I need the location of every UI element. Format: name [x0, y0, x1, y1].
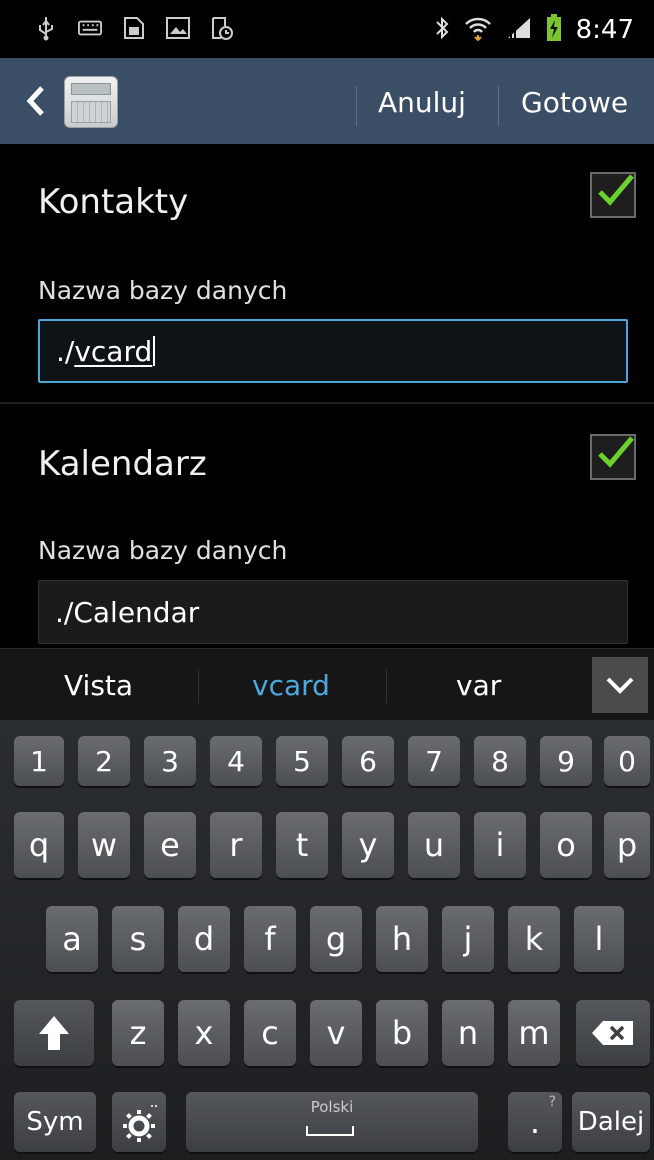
suggestion-left[interactable]: Vista — [64, 669, 133, 702]
key-v[interactable]: v — [310, 1000, 362, 1066]
image-icon — [166, 16, 190, 40]
keyboard-language-label: Polski — [310, 1098, 354, 1116]
cancel-button[interactable]: Anuluj — [378, 86, 466, 119]
suggestion-middle[interactable]: vcard — [252, 669, 330, 702]
status-bar: 8:47 — [0, 0, 654, 58]
space-bar-icon — [306, 1126, 354, 1136]
database-name-label: Nazwa bazy danych — [38, 276, 288, 305]
contacts-checkbox[interactable] — [590, 172, 636, 218]
key-9[interactable]: 9 — [540, 736, 592, 786]
key-o[interactable]: o — [540, 812, 592, 878]
expand-suggestions-button[interactable] — [592, 657, 648, 713]
sym-key[interactable]: Sym — [14, 1092, 96, 1152]
key-h[interactable]: h — [376, 906, 428, 972]
key-3[interactable]: 3 — [144, 736, 196, 786]
suggestion-divider — [386, 669, 387, 703]
period-hint: ? — [548, 1094, 556, 1110]
shift-key[interactable] — [14, 1000, 94, 1066]
calculator-app-icon[interactable] — [64, 76, 118, 128]
key-t[interactable]: t — [276, 812, 328, 878]
key-k[interactable]: k — [508, 906, 560, 972]
key-g[interactable]: g — [310, 906, 362, 972]
section-title-contacts: Kontakty — [38, 182, 189, 222]
key-6[interactable]: 6 — [342, 736, 394, 786]
key-q[interactable]: q — [14, 812, 64, 878]
input-value: ./Calendar — [55, 595, 200, 629]
key-s[interactable]: s — [112, 906, 164, 972]
key-1[interactable]: 1 — [14, 736, 64, 786]
bluetooth-icon — [434, 15, 450, 45]
section-divider — [0, 402, 654, 404]
key-5[interactable]: 5 — [276, 736, 328, 786]
key-f[interactable]: f — [244, 906, 296, 972]
key-m[interactable]: m — [508, 1000, 560, 1066]
database-name-label: Nazwa bazy danych — [38, 536, 288, 565]
input-prefix: ./ — [56, 334, 75, 368]
clock: 8:47 — [575, 15, 634, 45]
key-b[interactable]: b — [376, 1000, 428, 1066]
keyboard-icon — [78, 16, 102, 40]
key-l[interactable]: l — [574, 906, 624, 972]
suggestion-bar: Vista vcard var — [0, 648, 654, 720]
contacts-database-input[interactable]: ./vcard — [38, 319, 628, 383]
key-n[interactable]: n — [442, 1000, 494, 1066]
key-w[interactable]: w — [78, 812, 130, 878]
key-d[interactable]: d — [178, 906, 230, 972]
back-icon[interactable] — [22, 82, 52, 120]
key-x[interactable]: x — [178, 1000, 230, 1066]
key-0[interactable]: 0 — [604, 736, 650, 786]
key-4[interactable]: 4 — [210, 736, 262, 786]
next-key[interactable]: Dalej — [572, 1092, 650, 1152]
key-p[interactable]: p — [604, 812, 650, 878]
key-r[interactable]: r — [210, 812, 262, 878]
checkmark-icon — [598, 174, 634, 206]
checkmark-icon — [598, 436, 634, 468]
calendar-database-input[interactable]: ./Calendar — [38, 580, 628, 644]
shift-icon — [39, 1016, 69, 1050]
chevron-down-icon — [606, 677, 634, 694]
calendar-checkbox[interactable] — [590, 434, 636, 480]
key-a[interactable]: a — [46, 906, 98, 972]
signal-icon — [506, 16, 532, 44]
usb-icon — [34, 16, 58, 41]
key-z[interactable]: z — [112, 1000, 164, 1066]
period-key[interactable]: . ? — [508, 1092, 562, 1152]
key-j[interactable]: j — [442, 906, 494, 972]
suggestion-right[interactable]: var — [456, 669, 501, 702]
backspace-icon — [592, 1021, 633, 1045]
gear-icon — [123, 1105, 157, 1142]
action-bar-divider — [356, 86, 357, 126]
sim-card-icon — [122, 16, 146, 40]
key-8[interactable]: 8 — [474, 736, 526, 786]
key-7[interactable]: 7 — [408, 736, 460, 786]
key-y[interactable]: y — [342, 812, 394, 878]
period-label: . — [529, 1103, 541, 1141]
section-title-calendar: Kalendarz — [38, 444, 207, 484]
suggestion-divider — [198, 669, 199, 703]
wifi-icon — [464, 15, 492, 45]
key-u[interactable]: u — [408, 812, 460, 878]
battery-charging-icon — [546, 14, 562, 46]
settings-key[interactable] — [112, 1092, 166, 1152]
action-bar-divider — [498, 86, 499, 126]
backspace-key[interactable] — [576, 1000, 650, 1066]
space-key[interactable]: Polski — [186, 1092, 478, 1152]
key-e[interactable]: e — [144, 812, 196, 878]
key-i[interactable]: i — [474, 812, 526, 878]
sync-settings-content: Kontakty Nazwa bazy danych ./vcard Kalen… — [0, 144, 654, 648]
text-caret — [153, 336, 156, 366]
input-typed-text: vcard — [74, 334, 153, 368]
key-c[interactable]: c — [244, 1000, 296, 1066]
keyboard: 1 2 3 4 5 6 7 8 9 0 q w e r t y u i o p … — [0, 720, 654, 1160]
done-button[interactable]: Gotowe — [521, 86, 628, 119]
key-2[interactable]: 2 — [78, 736, 130, 786]
action-bar: Anuluj Gotowe — [0, 58, 654, 144]
sync-icon — [210, 16, 234, 40]
